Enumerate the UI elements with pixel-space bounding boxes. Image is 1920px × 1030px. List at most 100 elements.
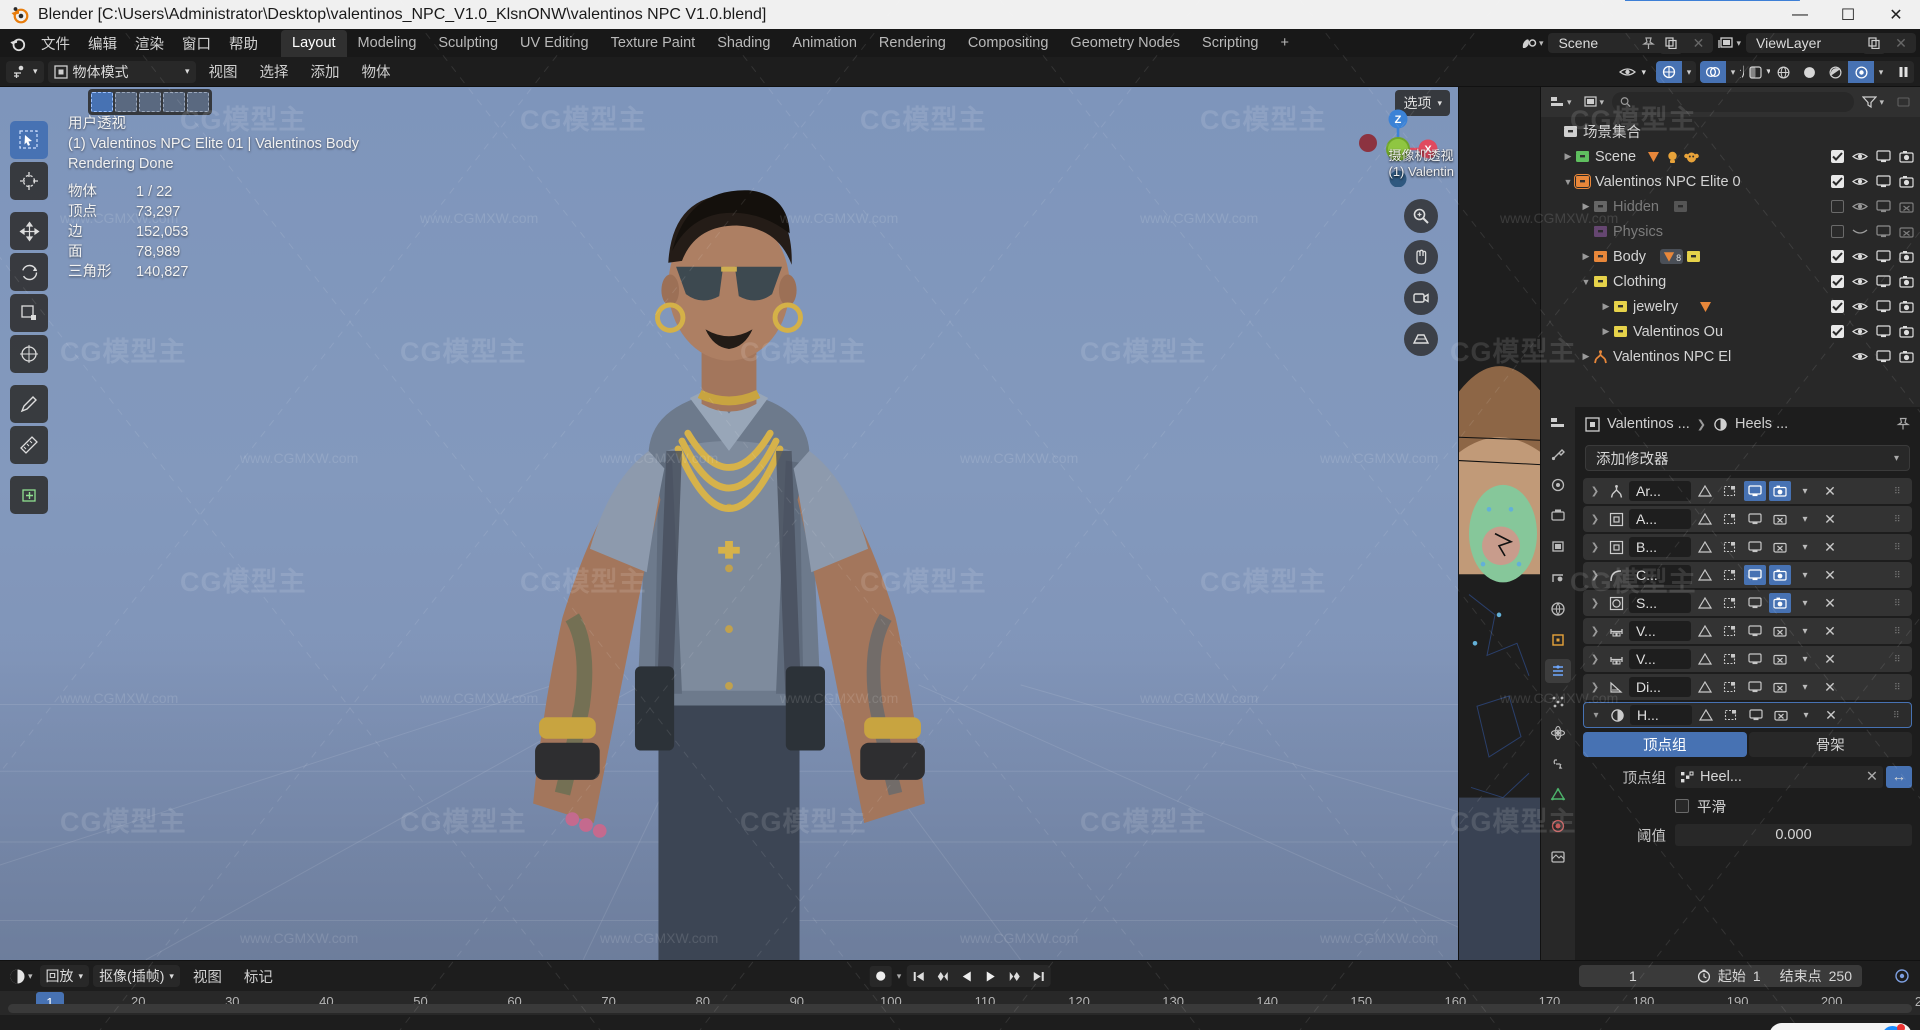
3d-viewport[interactable]: 选项 ▾ 用户透视 (1) Valentinos NPC Elite 01 | …	[0, 87, 1458, 960]
material-preview-icon[interactable]	[1822, 61, 1848, 83]
outliner-row-clothing[interactable]: ▼ Clothing	[1541, 269, 1920, 294]
delete-scene-button[interactable]: ✕	[1687, 33, 1709, 54]
tab-vertex-group[interactable]: 顶点组	[1583, 732, 1747, 757]
uv-editor-strip[interactable]	[1458, 87, 1540, 960]
outliner-row-scene-collection[interactable]: 场景集合	[1541, 119, 1920, 144]
render-display-disabled-icon[interactable]	[1770, 705, 1792, 725]
drag-handle-icon[interactable]: ⠿	[1894, 683, 1908, 692]
delete-modifier-icon[interactable]: ✕	[1819, 649, 1841, 669]
disclosure-triangle[interactable]: ▶	[1579, 251, 1593, 262]
camera-disabled-icon[interactable]	[1899, 200, 1914, 213]
timeline-scrollbar[interactable]	[8, 1004, 1912, 1013]
screen-icon[interactable]	[1876, 275, 1891, 288]
realtime-display-icon[interactable]	[1744, 537, 1766, 557]
modifier-name[interactable]: H...	[1630, 705, 1692, 725]
camera-disabled-icon[interactable]	[1899, 225, 1914, 238]
toggle-perspective-icon[interactable]	[1404, 322, 1438, 356]
outliner-tree[interactable]: 场景集合 ▶ Scene ▼ Valentinos NPC Elite 0 ▶ …	[1541, 117, 1920, 407]
tool-transform[interactable]	[10, 335, 48, 373]
expand-triangle[interactable]: ❯	[1587, 542, 1603, 553]
breadcrumb-object-name[interactable]: Valentinos ...	[1607, 416, 1690, 432]
modifier-extras-icon[interactable]: ▾	[1794, 509, 1816, 529]
modifier-name[interactable]: S...	[1629, 593, 1691, 613]
auto-keying-toggle[interactable]	[869, 965, 892, 987]
camera-view-icon[interactable]	[1404, 281, 1438, 315]
scene-field[interactable]: Scene ✕	[1548, 32, 1714, 54]
edit-mode-icon[interactable]	[1719, 509, 1741, 529]
disclosure-triangle[interactable]: ▶	[1599, 326, 1613, 337]
disclosure-triangle[interactable]: ▼	[1561, 177, 1575, 187]
modifier-name[interactable]: C...	[1629, 565, 1691, 585]
eye-icon[interactable]	[1852, 175, 1868, 188]
expand-triangle[interactable]: ❯	[1587, 626, 1603, 637]
modifier-extras-icon[interactable]: ▾	[1794, 481, 1816, 501]
outliner-row-hidden[interactable]: ▶ Hidden	[1541, 194, 1920, 219]
tab-constraints[interactable]	[1545, 752, 1571, 776]
tab-modifiers[interactable]	[1545, 659, 1571, 683]
tab-modeling[interactable]: Modeling	[347, 30, 428, 57]
tab-geometry-nodes[interactable]: Geometry Nodes	[1059, 30, 1191, 57]
screen-icon[interactable]	[1876, 300, 1891, 313]
checkbox-icon[interactable]	[1831, 300, 1844, 313]
clear-vertex-group-icon[interactable]: ✕	[1866, 769, 1878, 785]
on-cage-icon[interactable]	[1694, 649, 1716, 669]
delete-viewlayer-button[interactable]: ✕	[1890, 33, 1912, 54]
current-frame-field[interactable]: 1	[1578, 965, 1687, 987]
start-frame-value[interactable]: 1	[1753, 968, 1761, 984]
disclosure-triangle[interactable]: ▶	[1579, 351, 1593, 362]
checkbox-icon[interactable]	[1831, 325, 1844, 338]
drag-handle-icon[interactable]: ⠿	[1894, 487, 1908, 496]
camera-icon[interactable]	[1899, 175, 1914, 188]
tab-add-workspace[interactable]: +	[1269, 30, 1299, 57]
tool-rotate[interactable]	[10, 253, 48, 291]
expand-triangle[interactable]: ❯	[1587, 514, 1603, 525]
on-cage-icon[interactable]	[1694, 537, 1716, 557]
gizmo-dropdown-icon[interactable]: ▾	[1682, 61, 1696, 83]
jump-end-icon[interactable]	[1026, 965, 1050, 987]
tab-rendering[interactable]: Rendering	[868, 30, 957, 57]
modifier-extras-icon[interactable]: ▾	[1794, 677, 1816, 697]
delete-modifier-icon[interactable]: ✕	[1819, 537, 1841, 557]
collapse-triangle[interactable]: ▾	[1588, 710, 1604, 721]
add-modifier-button[interactable]: 添加修改器 ▾	[1585, 445, 1910, 471]
realtime-display-icon[interactable]	[1744, 565, 1766, 585]
menu-help[interactable]: 帮助	[220, 30, 267, 57]
delete-modifier-icon[interactable]: ✕	[1819, 677, 1841, 697]
modifier-row[interactable]: ❯ A... ▾ ✕ ⠿	[1583, 506, 1912, 532]
checkbox-icon[interactable]	[1831, 275, 1844, 288]
tool-move[interactable]	[10, 212, 48, 250]
outliner-row-jewelry[interactable]: ▶ jewelry	[1541, 294, 1920, 319]
render-display-icon[interactable]	[1769, 481, 1791, 501]
on-cage-icon[interactable]	[1694, 677, 1716, 697]
eye-icon[interactable]	[1852, 325, 1868, 338]
lasso-select-icon[interactable]	[163, 92, 185, 112]
circle-select-icon[interactable]	[139, 92, 161, 112]
delete-modifier-icon[interactable]: ✕	[1819, 481, 1841, 501]
expand-triangle[interactable]: ❯	[1587, 598, 1603, 609]
drag-handle-icon[interactable]: ⠿	[1894, 571, 1908, 580]
modifier-row[interactable]: ❯ Di... ▾ ✕ ⠿	[1583, 674, 1912, 700]
outliner-row-valentinos-npc-elite[interactable]: ▼ Valentinos NPC Elite 0	[1541, 169, 1920, 194]
eye-closed-icon[interactable]	[1852, 225, 1868, 238]
outliner-display-mode-icon[interactable]: ▾	[1580, 95, 1608, 109]
outliner-search-field[interactable]	[1637, 94, 1847, 110]
maximize-button[interactable]: ☐	[1824, 0, 1872, 29]
drag-handle-icon[interactable]: ⠿	[1894, 627, 1908, 636]
delete-modifier-icon[interactable]: ✕	[1819, 509, 1841, 529]
realtime-display-icon[interactable]	[1744, 621, 1766, 641]
tab-object-data[interactable]	[1545, 783, 1571, 807]
shading-dropdown-icon[interactable]: ▾	[1874, 61, 1888, 83]
next-keyframe-icon[interactable]	[1002, 965, 1026, 987]
tool-scale[interactable]	[10, 294, 48, 332]
playback-menu[interactable]: 回放 ▾	[39, 965, 90, 987]
tab-tool[interactable]	[1545, 442, 1571, 466]
tab-object[interactable]	[1545, 628, 1571, 652]
outliner-row-valentinos-outfit[interactable]: ▶ Valentinos Ou	[1541, 319, 1920, 344]
modifier-extras-icon[interactable]: ▾	[1794, 537, 1816, 557]
eye-icon[interactable]	[1852, 150, 1868, 163]
modifier-name[interactable]: Ar...	[1629, 481, 1691, 501]
scene-datablock-icon[interactable]: ▾	[1517, 36, 1547, 51]
delete-modifier-icon[interactable]: ✕	[1820, 705, 1842, 725]
end-frame-value[interactable]: 250	[1829, 968, 1852, 984]
camera-icon[interactable]	[1899, 300, 1914, 313]
